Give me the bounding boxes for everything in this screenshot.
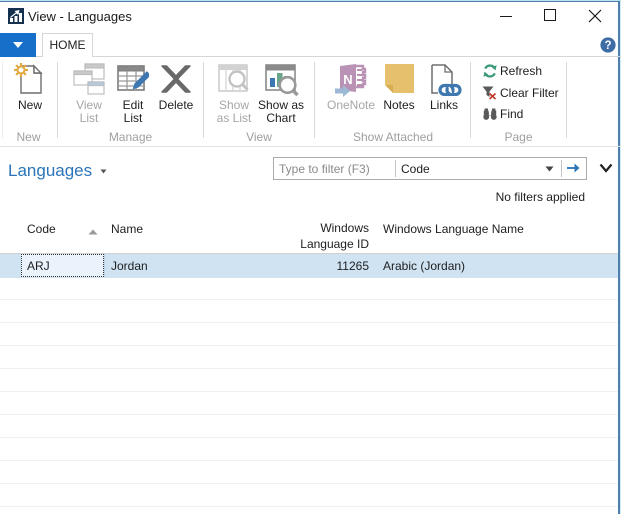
- svg-text:N: N: [343, 72, 352, 87]
- svg-text:?: ?: [604, 40, 611, 52]
